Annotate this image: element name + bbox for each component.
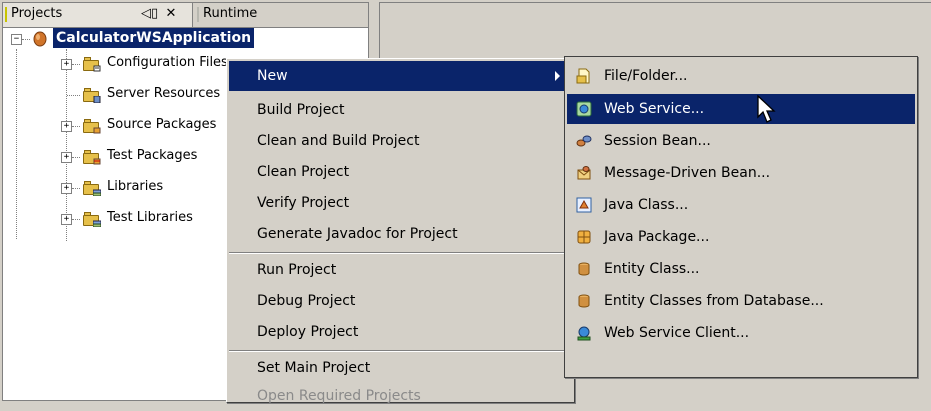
submenu-item-java-class[interactable]: Java Class... — [567, 190, 915, 220]
expand-expander-icon[interactable]: + — [61, 183, 72, 194]
tab-runtime-label: Runtime — [203, 6, 258, 21]
submenu-item-java-package[interactable]: Java Package... — [567, 222, 915, 252]
menu-separator — [229, 252, 572, 254]
menu-item-label: New — [257, 68, 288, 84]
expand-expander-icon[interactable]: + — [61, 152, 72, 163]
tree-connector — [72, 188, 80, 189]
expand-expander-icon[interactable]: + — [61, 214, 72, 225]
menu-item-label: Run Project — [257, 262, 337, 278]
java-class-icon — [576, 197, 592, 213]
tab-projects-label: Projects — [11, 6, 63, 21]
tree-root-row[interactable]: − CalculatorWSApplication — [3, 27, 368, 53]
file-folder-icon — [576, 68, 590, 84]
menu-item-build-project[interactable]: Build Project — [229, 95, 572, 125]
web-service-client-icon — [577, 326, 591, 341]
tree-connector — [22, 39, 30, 40]
tree-connector — [72, 64, 80, 65]
tab-accent — [197, 7, 199, 22]
folder-icon — [83, 150, 101, 165]
submenu-item-entity-class[interactable]: Entity Class... — [567, 254, 915, 284]
menu-item-label: Java Class... — [604, 197, 689, 213]
expand-expander-icon[interactable]: + — [61, 121, 72, 132]
folder-icon — [83, 88, 101, 103]
entity-class-icon — [578, 262, 590, 276]
submenu-item-message-driven-bean[interactable]: Message-Driven Bean... — [567, 158, 915, 188]
submenu-item-entity-classes-from-database[interactable]: Entity Classes from Database... — [567, 286, 915, 316]
submenu-item-web-service-client[interactable]: Web Service Client... — [567, 318, 915, 348]
tab-strip: Projects ◁▯ ✕ Runtime — [3, 3, 368, 28]
menu-item-generate-javadoc[interactable]: Generate Javadoc for Project — [229, 219, 572, 249]
test-package-badge-icon — [93, 158, 101, 165]
tab-accent — [5, 7, 7, 22]
tree-connector — [67, 95, 80, 96]
tree-item-label[interactable]: Configuration Files — [107, 55, 228, 70]
submenu-item-web-service[interactable]: Web Service... — [567, 94, 915, 124]
submenu-item-file-folder[interactable]: File/Folder... — [567, 61, 915, 91]
tree-connector — [72, 126, 80, 127]
java-package-icon — [577, 230, 591, 244]
menu-item-clean-build-project[interactable]: Clean and Build Project — [229, 126, 572, 156]
folder-icon — [83, 212, 101, 227]
submenu-item-session-bean[interactable]: Session Bean... — [567, 126, 915, 156]
menu-item-open-required-projects: Open Required Projects — [229, 381, 572, 411]
web-service-icon — [576, 101, 592, 117]
tab-projects[interactable]: Projects ◁▯ ✕ — [3, 3, 193, 27]
new-submenu: File/Folder... Web Service... Session Be… — [564, 56, 918, 378]
menu-item-label: Entity Classes from Database... — [604, 293, 824, 309]
package-badge-icon — [93, 127, 101, 134]
session-bean-icon — [576, 135, 592, 147]
entity-classes-db-icon — [578, 294, 590, 308]
folder-icon — [83, 119, 101, 134]
expand-expander-icon[interactable]: + — [61, 59, 72, 70]
menu-item-label: Open Required Projects — [257, 388, 421, 404]
menu-item-label: Deploy Project — [257, 324, 359, 340]
library-badge-icon — [93, 220, 101, 227]
menu-item-set-main-project[interactable]: Set Main Project — [229, 353, 572, 383]
menu-item-label: Clean and Build Project — [257, 133, 420, 149]
tree-item-label[interactable]: Source Packages — [107, 117, 216, 132]
tree-connector — [72, 219, 80, 220]
tree-item-label[interactable]: Test Libraries — [107, 210, 193, 225]
tree-item-label[interactable]: Test Packages — [107, 148, 197, 163]
menu-item-label: Message-Driven Bean... — [604, 165, 771, 181]
message-driven-bean-icon — [577, 166, 591, 180]
folder-icon — [83, 181, 101, 196]
menu-item-label: Generate Javadoc for Project — [257, 226, 458, 242]
menu-separator — [229, 350, 572, 352]
bean-icon — [33, 31, 47, 47]
tree-item-label[interactable]: Libraries — [107, 179, 163, 194]
tree-connector — [72, 157, 80, 158]
context-menu: New Build Project Clean and Build Projec… — [226, 58, 575, 404]
config-badge-icon — [93, 65, 101, 72]
menu-item-label: Verify Project — [257, 195, 350, 211]
menu-item-debug-project[interactable]: Debug Project — [229, 286, 572, 316]
menu-item-label: Web Service Client... — [604, 325, 750, 341]
menu-item-label: Clean Project — [257, 164, 350, 180]
menu-item-verify-project[interactable]: Verify Project — [229, 188, 572, 218]
collapse-expander-icon[interactable]: − — [11, 34, 22, 45]
server-badge-icon — [93, 96, 101, 103]
tree-item-label[interactable]: Server Resources — [107, 86, 220, 101]
tree-root-label[interactable]: CalculatorWSApplication — [53, 28, 255, 48]
close-icon[interactable]: ✕ — [163, 6, 179, 22]
menu-item-label: Java Package... — [604, 229, 710, 245]
menu-item-label: Build Project — [257, 102, 345, 118]
menu-item-new[interactable]: New — [229, 61, 572, 91]
menu-item-label: Entity Class... — [604, 261, 700, 277]
minimize-window-icon[interactable]: ◁▯ — [141, 6, 158, 22]
menu-item-label: Session Bean... — [604, 133, 711, 149]
tab-runtime[interactable]: Runtime — [195, 3, 295, 27]
menu-item-label: File/Folder... — [604, 68, 688, 84]
folder-icon — [83, 57, 101, 72]
submenu-arrow-icon — [555, 71, 560, 81]
menu-item-label: Set Main Project — [257, 360, 371, 376]
menu-item-run-project[interactable]: Run Project — [229, 255, 572, 285]
menu-item-label: Debug Project — [257, 293, 356, 309]
library-badge-icon — [93, 189, 101, 196]
menu-item-clean-project[interactable]: Clean Project — [229, 157, 572, 187]
menu-item-deploy-project[interactable]: Deploy Project — [229, 317, 572, 347]
menu-item-label: Web Service... — [604, 101, 705, 117]
